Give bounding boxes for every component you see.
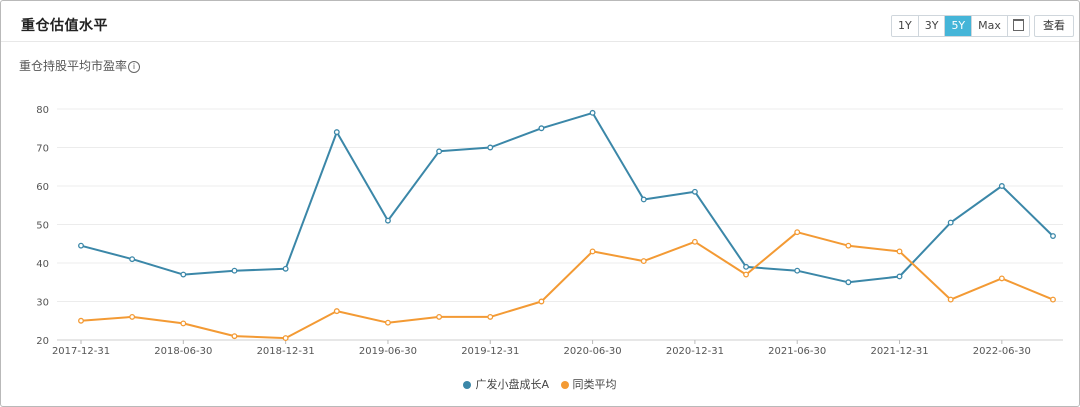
data-point-series-2 [794, 229, 801, 236]
data-point-series-2 [589, 248, 596, 255]
data-point-series-2 [896, 248, 903, 255]
data-point-series-1 [1050, 233, 1056, 239]
data-point-series-1 [998, 183, 1005, 189]
x-tick-label: 2019-12-31 [461, 346, 519, 357]
series-line-2 [80, 231, 1054, 340]
data-point-series-2 [231, 333, 238, 340]
data-point-series-2 [333, 308, 340, 315]
data-point-series-2 [691, 238, 698, 245]
y-tick-label: 60 [36, 182, 49, 193]
data-point-series-2 [845, 242, 852, 249]
y-tick-label: 80 [36, 105, 49, 116]
data-point-series-1 [794, 267, 801, 274]
y-tick-label: 30 [36, 298, 49, 309]
x-tick-label: 2019-06-30 [359, 346, 417, 357]
x-tick-label: 2021-12-31 [870, 346, 928, 357]
data-point-series-1 [896, 273, 903, 280]
data-point-series-2 [384, 319, 391, 326]
x-tick-label: 2020-06-30 [564, 346, 622, 357]
data-point-series-1 [640, 196, 647, 203]
legend-marker-series-2 [560, 381, 569, 389]
legend-item-series-2[interactable]: 同类平均 [560, 376, 617, 392]
data-point-series-1 [384, 217, 391, 224]
y-tick-label: 20 [36, 336, 49, 347]
data-point-series-2 [282, 335, 289, 342]
data-point-series-2 [538, 298, 545, 305]
data-point-series-2 [436, 313, 443, 320]
legend-label-series-2: 同类平均 [572, 378, 617, 391]
x-tick-label: 2022-06-30 [973, 346, 1031, 357]
data-point-series-1 [333, 129, 340, 136]
data-point-series-1 [487, 144, 494, 151]
legend-marker-series-1 [463, 381, 472, 389]
line-chart: 20 30 40 50 60 70 80 2017-12-31 2018-06-30 2018-1… [36, 105, 1063, 357]
series-line-1 [80, 111, 1054, 284]
data-point-series-1 [691, 188, 698, 195]
data-point-series-1 [282, 265, 289, 272]
data-point-series-1 [845, 279, 852, 286]
chart-legend: 广发小盘成长A 同类平均 [1, 376, 1079, 392]
data-point-series-1 [743, 263, 750, 270]
legend-label-series-1: 广发小盘成长A [475, 378, 550, 391]
y-tick-label: 40 [36, 259, 49, 270]
x-tick-label: 2021-06-30 [768, 346, 826, 357]
valuation-panel: 重仓估值水平 1Y 3Y 5Y Max 查看 重仓持股平均市盈率 i 20 30 40… [0, 0, 1080, 407]
data-point-series-2 [640, 258, 647, 265]
x-tick-label: 2020-12-31 [666, 346, 724, 357]
data-point-series-1 [589, 109, 596, 116]
x-tick-label: 2017-12-31 [52, 346, 110, 357]
data-point-series-2 [180, 320, 187, 327]
data-point-series-1 [78, 242, 84, 249]
legend-item-series-1[interactable]: 广发小盘成长A [463, 376, 549, 392]
data-point-series-2 [998, 275, 1005, 282]
data-point-series-1 [129, 256, 136, 263]
data-point-series-1 [180, 271, 187, 278]
data-point-series-2 [743, 271, 750, 278]
data-point-series-1 [231, 267, 238, 274]
data-point-series-1 [947, 219, 954, 226]
data-point-series-2 [487, 313, 494, 320]
data-point-series-2 [1050, 296, 1056, 303]
data-point-series-2 [129, 313, 136, 320]
x-tick-label: 2018-06-30 [154, 346, 212, 357]
data-point-series-2 [78, 317, 84, 324]
x-tick-label: 2018-12-31 [257, 346, 315, 357]
y-tick-label: 50 [36, 221, 49, 232]
data-point-series-2 [947, 296, 954, 303]
data-point-series-1 [436, 148, 443, 155]
data-point-series-1 [538, 125, 545, 132]
y-tick-label: 70 [36, 144, 49, 155]
